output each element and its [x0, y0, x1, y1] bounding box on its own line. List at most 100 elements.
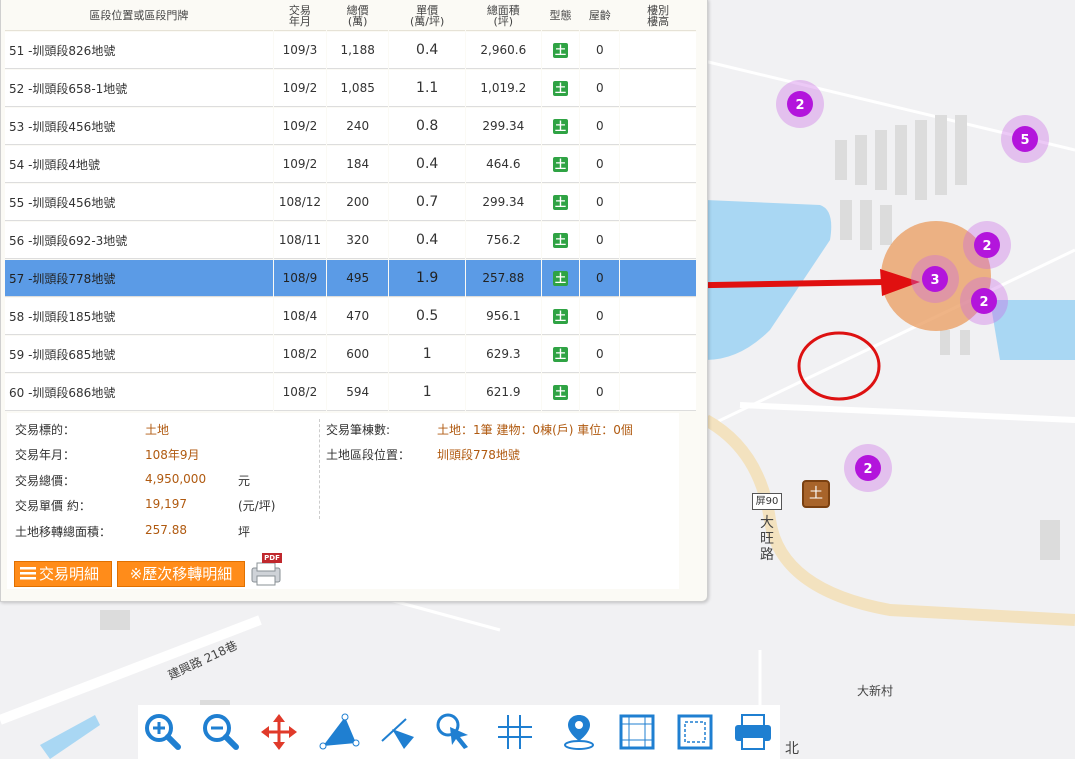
detail-unit-value: 19,197: [145, 497, 187, 511]
pdf-badge: PDF: [262, 553, 282, 563]
village-label: 大新村: [857, 684, 894, 698]
cell-address: 53 -圳頭段456地號: [5, 108, 273, 145]
table-row[interactable]: 60 -圳頭段686地號 108/2 594 1 621.9 土 0: [5, 374, 696, 411]
cell-type: 土: [541, 108, 580, 145]
land-type-icon: 土: [553, 308, 569, 324]
cell-age: 0: [580, 32, 620, 69]
cell-floor: [620, 374, 696, 411]
table-row[interactable]: 54 -圳頭段4地號 109/2 184 0.4 464.6 土 0: [5, 146, 696, 183]
cell-unit-price: 1.9: [389, 260, 465, 297]
land-type-icon: 土: [553, 194, 569, 210]
table-row[interactable]: 56 -圳頭段692-3地號 108/11 320 0.4 756.2 土 0: [5, 222, 696, 259]
detail-location-value: 圳頭段778地號: [437, 448, 520, 462]
transaction-detail-button[interactable]: 交易明細: [14, 561, 112, 587]
cell-area: 299.34: [466, 184, 541, 221]
grid-icon[interactable]: [494, 711, 536, 753]
measure-area-icon[interactable]: [318, 711, 360, 753]
cell-type: 土: [541, 184, 580, 221]
cell-date: 108/2: [273, 374, 326, 411]
frame-dashed-icon[interactable]: [674, 711, 716, 753]
cell-address: 57 -圳頭段778地號: [5, 260, 273, 297]
pan-icon[interactable]: [258, 711, 300, 753]
cell-type: 土: [541, 336, 580, 373]
col-type[interactable]: 型態: [541, 1, 580, 31]
select-point-icon[interactable]: [434, 711, 476, 753]
table-row-selected[interactable]: 57 -圳頭段778地號 108/9 495 1.9 257.88 土 0: [5, 260, 696, 297]
cell-date: 108/12: [273, 184, 326, 221]
col-floor[interactable]: 樓別 樓高: [620, 1, 696, 31]
cell-age: 0: [580, 184, 620, 221]
col-unit-price[interactable]: 單價 (萬/坪): [389, 1, 465, 31]
table-row[interactable]: 58 -圳頭段185地號 108/4 470 0.5 956.1 土 0: [5, 298, 696, 335]
cell-total: 200: [327, 184, 389, 221]
cell-type: 土: [541, 298, 580, 335]
transaction-panel: 區段位置或區段門牌 交易 年月 總價 (萬) 單價 (萬/坪) 總面積 (坪) …: [0, 0, 708, 602]
cell-unit-price: 0.4: [389, 222, 465, 259]
cell-date: 108/9: [273, 260, 326, 297]
cell-type: 土: [541, 146, 580, 183]
cell-floor: [620, 222, 696, 259]
cell-floor: [620, 70, 696, 107]
cell-date: 109/3: [273, 32, 326, 69]
cell-total: 1,085: [327, 70, 389, 107]
land-type-icon: 土: [553, 232, 569, 248]
cell-floor: [620, 298, 696, 335]
table-row[interactable]: 55 -圳頭段456地號 108/12 200 0.7 299.34 土 0: [5, 184, 696, 221]
cell-age: 0: [580, 222, 620, 259]
col-total[interactable]: 總價 (萬): [327, 1, 389, 31]
cell-age: 0: [580, 336, 620, 373]
cell-age: 0: [580, 146, 620, 183]
locate-icon[interactable]: [558, 711, 600, 753]
cell-date: 108/4: [273, 298, 326, 335]
table-row[interactable]: 51 -圳頭段826地號 109/3 1,188 0.4 2,960.6 土 0: [5, 32, 696, 69]
cell-address: 59 -圳頭段685地號: [5, 336, 273, 373]
cell-floor: [620, 146, 696, 183]
cell-area: 299.34: [466, 108, 541, 145]
cell-unit-price: 0.4: [389, 146, 465, 183]
col-date[interactable]: 交易 年月: [273, 1, 326, 31]
table-row[interactable]: 53 -圳頭段456地號 109/2 240 0.8 299.34 土 0: [5, 108, 696, 145]
print-pdf-icon[interactable]: PDF: [250, 553, 284, 587]
cell-unit-price: 1: [389, 374, 465, 411]
cell-address: 55 -圳頭段456地號: [5, 184, 273, 221]
col-address[interactable]: 區段位置或區段門牌: [5, 1, 273, 31]
cell-total: 600: [327, 336, 389, 373]
cell-area: 956.1: [466, 298, 541, 335]
measure-distance-icon[interactable]: [376, 711, 418, 753]
map-edge-label: 北: [785, 741, 799, 757]
detail-total-value: 4,950,000: [145, 472, 207, 486]
zoom-in-icon[interactable]: [142, 711, 184, 753]
cell-type: 土: [541, 32, 580, 69]
cell-type: 土: [541, 260, 580, 297]
land-type-icon: 土: [553, 270, 569, 286]
cell-date: 109/2: [273, 70, 326, 107]
detail-unit-label: 交易單價 約：: [15, 499, 91, 513]
table-row[interactable]: 52 -圳頭段658-1地號 109/2 1,085 1.1 1,019.2 土…: [5, 70, 696, 107]
transfer-history-button[interactable]: ※歷次移轉明細: [117, 561, 245, 587]
col-age[interactable]: 屋齡: [580, 1, 620, 31]
cell-total: 470: [327, 298, 389, 335]
cell-unit-price: 0.4: [389, 32, 465, 69]
detail-unit-unit: (元/坪): [238, 499, 276, 513]
road-name: 大旺路: [760, 515, 774, 563]
cell-unit-price: 0.7: [389, 184, 465, 221]
cell-age: 0: [580, 260, 620, 297]
print-icon[interactable]: [732, 711, 774, 753]
detail-ym-value: 108年9月: [145, 448, 200, 462]
cell-floor: [620, 260, 696, 297]
land-marker[interactable]: 土: [802, 480, 830, 508]
frame-icon[interactable]: [616, 711, 658, 753]
cell-total: 495: [327, 260, 389, 297]
table-row[interactable]: 59 -圳頭段685地號 108/2 600 1 629.3 土 0: [5, 336, 696, 373]
cell-area: 257.88: [466, 260, 541, 297]
col-area[interactable]: 總面積 (坪): [466, 1, 541, 31]
land-marker-label: 土: [809, 486, 823, 502]
table-header: 區段位置或區段門牌 交易 年月 總價 (萬) 單價 (萬/坪) 總面積 (坪) …: [5, 1, 696, 31]
cell-age: 0: [580, 298, 620, 335]
cell-total: 240: [327, 108, 389, 145]
zoom-out-icon[interactable]: [200, 711, 242, 753]
cell-date: 108/11: [273, 222, 326, 259]
cell-area: 464.6: [466, 146, 541, 183]
detail-total-unit: 元: [238, 474, 251, 488]
cell-type: 土: [541, 222, 580, 259]
